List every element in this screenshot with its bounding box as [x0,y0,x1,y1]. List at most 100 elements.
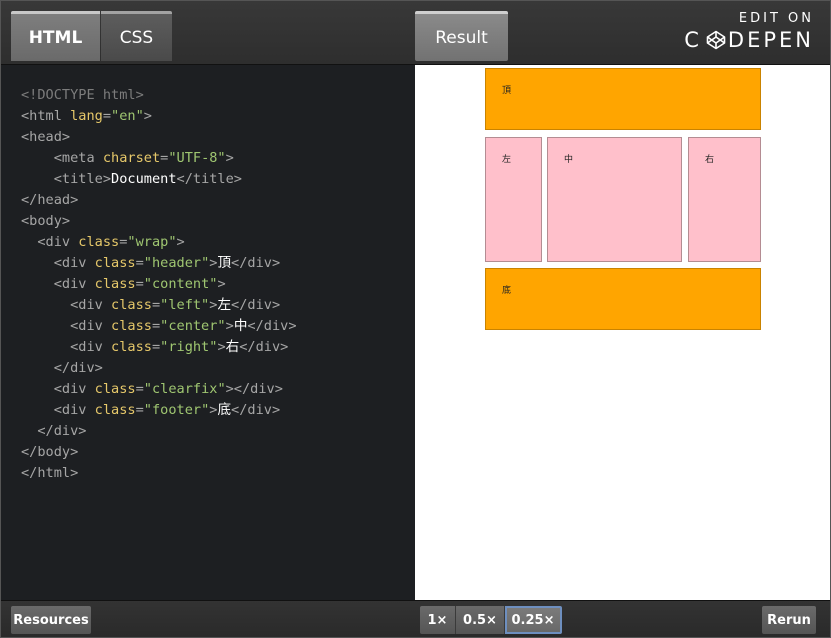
code-line: <body> [21,211,415,232]
code-token: <div [21,255,95,271]
zoom-05x-button[interactable]: 0.5× [456,606,505,634]
code-line: <title>Document</title> [21,169,415,190]
code-token: </div> [239,339,289,355]
code-attr: class [111,297,152,313]
preview-center: 中 [547,137,682,262]
code-value: "center" [160,318,226,334]
html-code-editor[interactable]: <!DOCTYPE html> <html lang="en"> <head> … [2,65,415,600]
code-value: "content" [143,276,218,292]
code-token: </head> [21,192,79,208]
code-text: 頂 [217,255,232,271]
resources-button[interactable]: Resources [11,606,91,634]
top-bar: HTML CSS Result EDIT ON C DEPEN [1,1,830,65]
code-line: <div class="content"> [21,276,226,292]
code-text: 底 [217,402,232,418]
code-line: </html> [21,463,415,484]
code-value: "UTF-8" [168,150,226,166]
code-line: <meta charset="UTF-8"> [21,150,234,166]
code-attr: class [94,402,136,418]
code-token: <div [21,297,112,313]
code-token: </div> [21,360,103,376]
code-token: <!DOCTYPE html> [21,87,144,103]
code-line: <html lang="en"> [21,108,152,124]
code-token: <html [21,108,71,124]
code-token: > [225,318,234,334]
code-attr: class [111,339,152,355]
codepen-logo-prefix: C [684,28,702,52]
code-token: > [217,276,226,292]
rerun-button[interactable]: Rerun [762,606,816,634]
code-token: </div> [231,255,281,271]
code-token: <div [21,381,95,397]
preview-left: 左 [485,137,542,262]
code-line: <!DOCTYPE html> [21,85,415,106]
code-line: <div class="right">右</div> [21,339,289,355]
code-token: ></div> [225,381,283,397]
code-token: </div> [231,297,281,313]
code-line: </div> [21,358,415,379]
code-token: </div> [21,423,87,439]
code-token: </div> [231,402,281,418]
code-token: > [225,150,234,166]
code-value: "header" [143,255,210,271]
zoom-1x-button[interactable]: 1× [420,606,456,634]
code-line: </head> [21,190,415,211]
code-attr: class [94,381,136,397]
code-token: <head> [21,129,71,145]
code-line: <div class="left">左</div> [21,297,281,313]
code-attr: charset [102,150,161,166]
code-token: <div [21,339,112,355]
code-token: <div [21,276,95,292]
code-token: </html> [21,465,79,481]
preview-header: 頂 [485,68,761,130]
code-value: "footer" [143,402,210,418]
code-text: Document [111,171,177,187]
code-token: > [176,234,185,250]
edit-on-codepen-link[interactable]: EDIT ON C DEPEN [684,11,814,52]
code-attr: class [78,234,120,250]
code-line: <div class="clearfix"></div> [21,381,283,397]
code-line: <div class="header">頂</div> [21,255,281,271]
code-attr: class [94,255,136,271]
tab-html[interactable]: HTML [11,11,100,61]
code-token: <title> [21,171,112,187]
code-text: 中 [233,318,248,334]
code-attr: class [94,276,136,292]
code-token: <div [21,402,95,418]
code-token: </body> [21,444,79,460]
code-attr: class [111,318,152,334]
code-line: <head> [21,127,415,148]
zoom-selector: 1× 0.5× 0.25× [420,606,562,634]
code-token: <div [21,318,112,334]
edit-on-label: EDIT ON [738,11,814,26]
code-token: </title> [176,171,242,187]
code-token: > [143,108,152,124]
zoom-025x-button[interactable]: 0.25× [505,606,562,634]
code-token: > [217,339,226,355]
code-line: <div class="center">中</div> [21,318,297,334]
code-attr: lang [70,108,103,124]
code-line: <div class="wrap"> [21,234,185,250]
preview-right: 右 [688,137,761,262]
codepen-logo: C DEPEN [684,28,814,52]
code-token: <body> [21,213,71,229]
code-text: 左 [217,297,232,313]
code-value: "right" [160,339,218,355]
code-line: </div> [21,421,415,442]
codepen-cube-icon [706,30,726,50]
code-token: <div [21,234,79,250]
codepen-embed: HTML CSS Result EDIT ON C DEPEN <!DOCTYP… [0,0,831,638]
code-value: "en" [111,108,144,124]
code-value: "left" [160,297,210,313]
code-line: <div class="footer">底</div> [21,402,281,418]
code-line: </body> [21,442,415,463]
preview-footer: 底 [485,268,761,330]
tab-css[interactable]: CSS [101,11,172,61]
code-token: <meta [21,150,103,166]
code-token: </div> [247,318,297,334]
result-preview[interactable]: 頂 左 中 右 底 [415,65,830,600]
code-value: "wrap" [127,234,177,250]
tab-result[interactable]: Result [415,11,508,61]
bottom-bar: Resources 1× 0.5× 0.25× Rerun [1,600,830,637]
codepen-logo-suffix: DEPEN [727,28,814,52]
